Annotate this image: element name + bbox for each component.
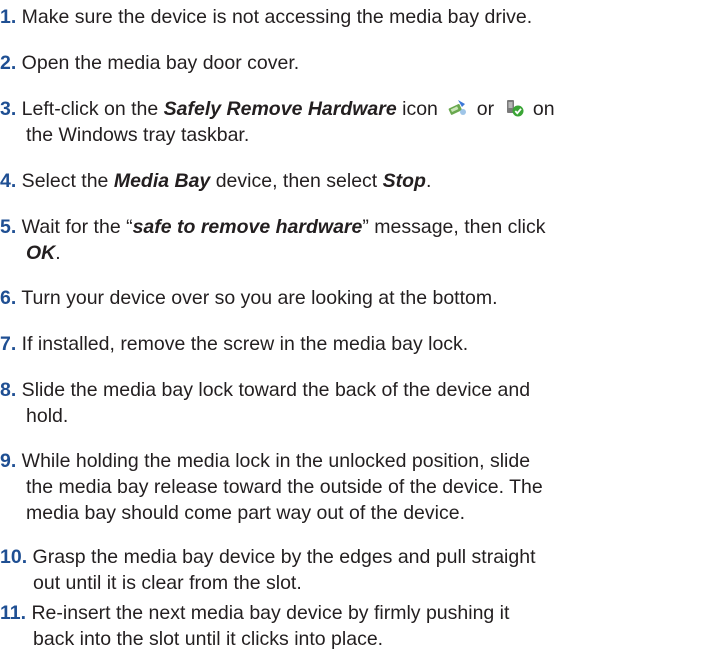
step-text: ” message, then click [362,216,546,238]
step-6: 6. Turn your device over so you are look… [0,285,714,311]
step-emphasis: Safely Remove Hardware [163,98,397,120]
step-text-continued: hold. [26,405,69,427]
step-4: 4. Select the Media Bay device, then sel… [0,168,714,194]
step-number: 5. [0,216,17,238]
step-number: 8. [0,379,17,401]
safely-remove-hardware-icon [446,98,468,118]
step-text: Wait for the “ [16,216,133,238]
step-emphasis: OK [26,242,56,264]
step-text-continued: back into the slot until it clicks into … [33,628,384,650]
step-text: . [55,242,61,264]
step-text: . [425,170,432,192]
step-emphasis: safe to remove hardware [132,216,363,238]
step-1: 1. Make sure the device is not accessing… [0,4,714,30]
step-10: 10. Grasp the media bay device by the ed… [0,544,714,596]
step-text: Slide the media bay lock toward the back… [16,379,531,401]
step-text: If installed, remove the screw in the me… [16,333,469,355]
step-text: While holding the media lock in the unlo… [16,450,531,472]
step-7: 7. If installed, remove the screw in the… [0,331,714,357]
step-text-continued: the media bay release toward the outside… [26,476,543,498]
step-emphasis: Media Bay [113,170,211,192]
step-number: 4. [0,170,17,192]
step-text-continued: out until it is clear from the slot. [33,572,302,594]
instruction-steps: 1. Make sure the device is not accessing… [0,0,714,653]
step-number: 2. [0,52,17,74]
step-text: Open the media bay door cover. [16,52,300,74]
step-text-continued: media bay should come part way out of th… [26,502,465,524]
step-number: 9. [0,450,17,472]
step-2: 2. Open the media bay door cover. [0,50,714,76]
step-3: 3. Left-click on the Safely Remove Hardw… [0,96,714,148]
step-text: Make sure the device is not accessing th… [16,6,533,28]
step-9: 9. While holding the media lock in the u… [0,448,714,526]
step-5: 5. Wait for the “safe to remove hardware… [0,214,714,266]
step-11: 11. Re-insert the next media bay device … [0,600,714,652]
step-number: 10. [0,546,28,568]
step-text: Re-insert the next media bay device by f… [26,602,510,624]
step-text: icon [396,98,444,120]
step-number: 1. [0,6,17,28]
step-text: on [527,98,555,120]
step-text: or [471,98,500,120]
safely-remove-hardware-alt-icon [503,98,525,118]
step-text-continued: the Windows tray taskbar. [26,124,250,146]
step-number: 7. [0,333,17,355]
step-number: 6. [0,287,17,309]
step-number: 11. [0,602,27,624]
step-text: Grasp the media bay device by the edges … [27,546,536,568]
step-number: 3. [0,98,17,120]
step-text: Turn your device over so you are looking… [16,287,498,309]
step-text: Select the [16,170,114,192]
step-text: Left-click on the [16,98,164,120]
step-emphasis: Stop [382,170,426,192]
step-text: device, then select [210,170,383,192]
step-8: 8. Slide the media bay lock toward the b… [0,377,714,429]
